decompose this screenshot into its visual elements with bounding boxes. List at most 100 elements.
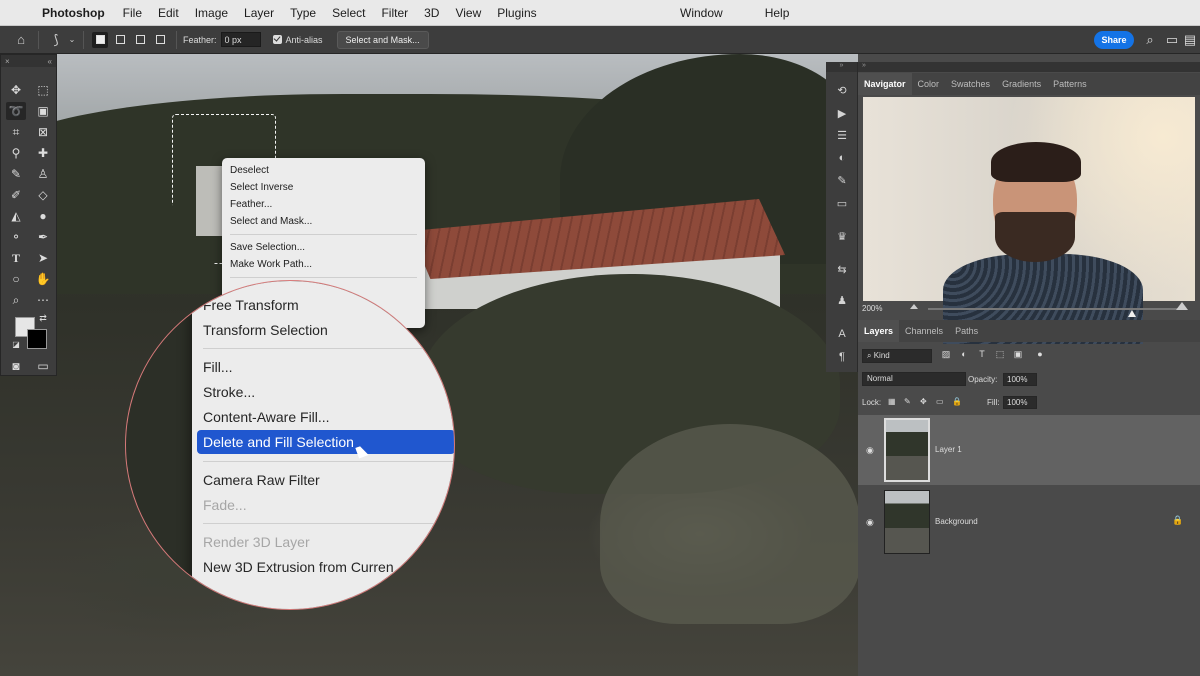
panel-dock-header[interactable]: » [858, 62, 1200, 72]
dodge-tool-icon[interactable]: ⚬ [6, 228, 26, 246]
clone-stamp-tool-icon[interactable]: ♙ [33, 165, 53, 183]
tab-channels[interactable]: Channels [899, 320, 949, 342]
pen-tool-icon[interactable]: ✒ [33, 228, 53, 246]
libraries-icon[interactable]: ♛ [834, 228, 850, 244]
adjustments-icon[interactable]: ☰ [834, 127, 850, 143]
tab-navigator[interactable]: Navigator [858, 73, 912, 95]
menu-item-new-3d-extrusion[interactable]: New 3D Extrusion from Curren [203, 559, 394, 575]
menu-app-name[interactable]: Photoshop [38, 6, 115, 20]
object-selection-tool-icon[interactable]: ▣ [33, 102, 53, 120]
intersect-selection-icon[interactable] [152, 32, 168, 48]
menu-item-delete-and-fill-selection[interactable]: Delete and Fill Selection [203, 434, 354, 450]
tab-paths[interactable]: Paths [949, 320, 984, 342]
menu-item-content-aware-fill[interactable]: Content-Aware Fill... [203, 409, 330, 425]
strip-header[interactable]: » [826, 62, 857, 72]
tab-swatches[interactable]: Swatches [945, 73, 996, 95]
quick-mask-icon[interactable]: ◙ [6, 357, 26, 375]
menu-item-make-work-path[interactable]: Make Work Path... [222, 256, 425, 273]
menu-filter[interactable]: Filter [373, 6, 416, 20]
sliders-icon[interactable]: ⇆ [834, 261, 850, 277]
menu-image[interactable]: Image [187, 6, 236, 20]
select-and-mask-button[interactable]: Select and Mask... [336, 30, 429, 49]
zoom-slider-thumb[interactable] [1128, 310, 1136, 317]
panel-toggle-icon[interactable]: ▤ [1180, 30, 1200, 50]
history-brush-tool-icon[interactable]: ✐ [6, 186, 26, 204]
menu-edit[interactable]: Edit [150, 6, 187, 20]
blend-mode-select[interactable]: Normal [862, 372, 966, 386]
menu-item-stroke[interactable]: Stroke... [203, 384, 255, 400]
home-icon[interactable]: ⌂ [10, 30, 32, 50]
subtract-from-selection-icon[interactable] [132, 32, 148, 48]
tab-patterns[interactable]: Patterns [1047, 73, 1093, 95]
properties-icon[interactable]: ◐ [834, 150, 850, 166]
history-icon[interactable]: ⟲ [834, 82, 850, 98]
layer-name[interactable]: Background [935, 517, 978, 526]
menu-item-free-transform[interactable]: Free Transform [203, 297, 299, 313]
character-icon[interactable]: A [834, 326, 850, 342]
lock-transparent-icon[interactable]: ▦ [888, 397, 898, 407]
kind-filter-select[interactable]: ⌕ Kind [862, 349, 932, 363]
hand-tool-icon[interactable]: ✋ [33, 270, 53, 288]
adjustment-filter-icon[interactable]: ◐ [958, 349, 970, 361]
menu-item-transform-selection[interactable]: Transform Selection [203, 322, 328, 338]
crop-tool-icon[interactable]: ⌗ [6, 123, 26, 141]
paragraph-icon[interactable]: ¶ [834, 349, 850, 365]
ellipse-tool-icon[interactable]: ○ [6, 270, 26, 288]
lock-all-icon[interactable]: 🔒 [952, 397, 962, 407]
type-filter-icon[interactable]: T [976, 349, 988, 361]
menu-item-select-inverse[interactable]: Select Inverse [222, 179, 425, 196]
tab-layers[interactable]: Layers [858, 320, 900, 342]
visibility-eye-icon[interactable]: ◉ [866, 445, 876, 455]
layer-lock-icon[interactable]: 🔒 [1172, 515, 1183, 526]
lock-position-icon[interactable]: ✥ [920, 397, 930, 407]
menu-plugins[interactable]: Plugins [489, 6, 544, 20]
lock-artboard-icon[interactable]: ▭ [936, 397, 946, 407]
blur-tool-icon[interactable]: ● [33, 207, 53, 225]
menu-type[interactable]: Type [282, 6, 324, 20]
fill-input[interactable]: 100% [1003, 396, 1037, 409]
move-tool-icon[interactable]: ✥ [6, 81, 26, 99]
zoom-tool-icon[interactable]: ⌕ [6, 291, 26, 309]
new-selection-icon[interactable] [92, 31, 108, 48]
menu-file[interactable]: File [115, 6, 150, 20]
collapse-icon[interactable]: « [48, 57, 52, 66]
menu-select[interactable]: Select [324, 6, 373, 20]
menu-window[interactable]: Window [672, 6, 731, 20]
menu-item-feather[interactable]: Feather... [222, 196, 425, 213]
share-button[interactable]: Share [1094, 31, 1134, 49]
menu-item-deselect[interactable]: Deselect [222, 162, 425, 179]
brush-tool-icon[interactable]: ✎ [6, 165, 26, 183]
comments-icon[interactable]: ▭ [834, 195, 850, 211]
default-colors-icon[interactable]: ◪ [11, 339, 21, 349]
layer-row[interactable]: ◉ Layer 1 [858, 415, 1200, 485]
layer-comps-icon[interactable]: ♟ [834, 292, 850, 308]
menu-item-save-selection[interactable]: Save Selection... [222, 239, 425, 256]
add-to-selection-icon[interactable] [112, 32, 128, 48]
tab-gradients[interactable]: Gradients [996, 73, 1047, 95]
menu-item-select-and-mask[interactable]: Select and Mask... [222, 213, 425, 230]
menu-layer[interactable]: Layer [236, 6, 282, 20]
lock-image-icon[interactable]: ✎ [904, 397, 914, 407]
menu-item-fill[interactable]: Fill... [203, 359, 233, 375]
zoom-slider[interactable] [928, 308, 1178, 317]
zoom-in-icon[interactable] [1176, 302, 1188, 310]
navigator-preview[interactable] [863, 97, 1195, 344]
swap-colors-icon[interactable]: ⇄ [37, 312, 49, 324]
background-color-swatch[interactable] [27, 329, 47, 349]
pixel-filter-icon[interactable]: ▨ [940, 349, 952, 361]
menu-help[interactable]: Help [757, 6, 798, 20]
shape-filter-icon[interactable]: ⬚ [994, 349, 1006, 361]
tab-color[interactable]: Color [912, 73, 946, 95]
screen-mode-icon[interactable]: ▭ [33, 357, 53, 375]
lasso-tool-icon[interactable]: ➰ [6, 102, 26, 120]
frame-tool-icon[interactable]: ⊠ [33, 123, 53, 141]
eraser-tool-icon[interactable]: ◇ [33, 186, 53, 204]
search-icon[interactable]: ⌕ [1140, 30, 1160, 50]
paint-bucket-tool-icon[interactable]: ◭ [6, 207, 26, 225]
workspace-icon[interactable]: ▭ [1162, 30, 1182, 50]
brushes-icon[interactable]: ✎ [834, 172, 850, 188]
antialias-checkbox[interactable] [272, 35, 282, 44]
chevron-down-icon[interactable]: ⌄ [67, 30, 77, 50]
eyedropper-tool-icon[interactable]: ⚲ [6, 144, 26, 162]
type-tool-icon[interactable]: T [6, 249, 26, 267]
